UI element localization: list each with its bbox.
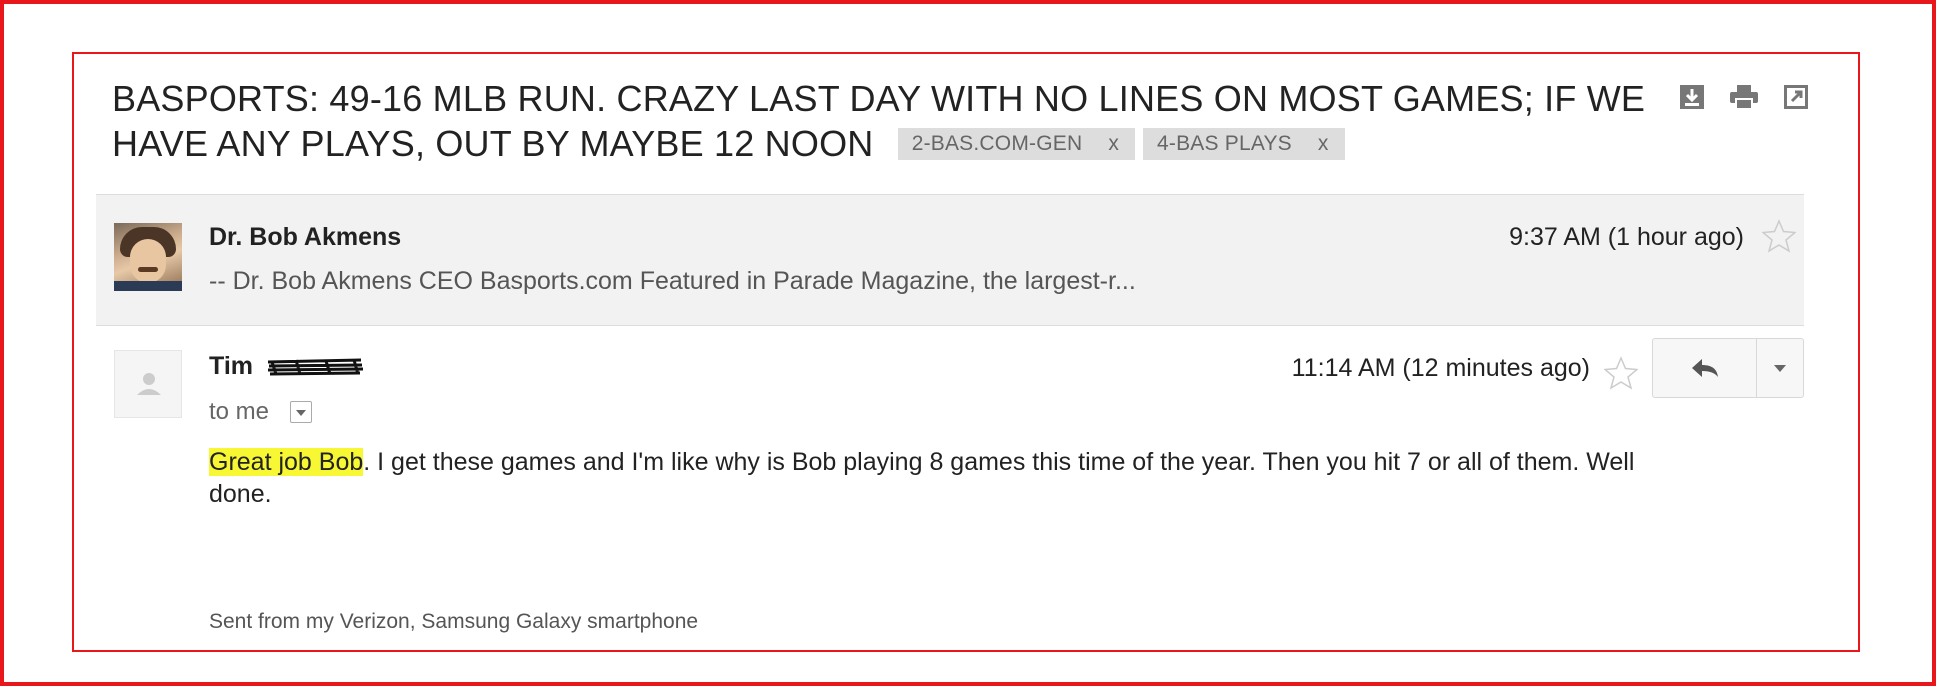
label-text: 2-BAS.COM-GEN bbox=[911, 132, 1083, 155]
email-subject: BASPORTS: 49-16 MLB RUN. CRAZY LAST DAY … bbox=[112, 76, 1672, 166]
message-time: 9:37 AM (1 hour ago) bbox=[1509, 223, 1744, 251]
sender-name: Tim bbox=[209, 352, 253, 380]
collapsed-message[interactable]: Dr. Bob Akmens -- Dr. Bob Akmens CEO Bas… bbox=[96, 194, 1804, 326]
more-options-button[interactable] bbox=[1757, 339, 1803, 397]
redaction-scribble bbox=[266, 356, 366, 378]
body-text: . I get these games and I'm like why is … bbox=[209, 448, 1635, 508]
show-details-button[interactable] bbox=[290, 401, 312, 423]
download-icon[interactable] bbox=[1676, 82, 1708, 112]
email-signature: Sent from my Verizon, Samsung Galaxy sma… bbox=[209, 610, 699, 633]
remove-label-button[interactable]: x bbox=[1318, 132, 1329, 155]
subject-text: BASPORTS: 49-16 MLB RUN. CRAZY LAST DAY … bbox=[112, 78, 1646, 164]
sender-name: Dr. Bob Akmens bbox=[209, 223, 402, 251]
highlighted-text: Great job Bob bbox=[209, 448, 364, 476]
default-avatar-icon bbox=[114, 350, 182, 418]
message-snippet: -- Dr. Bob Akmens CEO Basports.com Featu… bbox=[209, 267, 1136, 295]
star-icon[interactable] bbox=[1761, 219, 1797, 253]
thread-actions bbox=[1676, 82, 1812, 112]
message-time: 11:14 AM (12 minutes ago) bbox=[1291, 354, 1590, 382]
reply-button[interactable] bbox=[1653, 339, 1757, 397]
label-chip-bas-com-gen[interactable]: 2-BAS.COM-GEN x bbox=[897, 128, 1136, 160]
label-chip-bas-plays[interactable]: 4-BAS PLAYS x bbox=[1143, 128, 1345, 160]
remove-label-button[interactable]: x bbox=[1108, 132, 1119, 155]
reply-button-group bbox=[1652, 338, 1804, 398]
new-window-icon[interactable] bbox=[1780, 82, 1812, 112]
sender-avatar bbox=[114, 223, 182, 291]
message-body: Great job Bob. I get these games and I'm… bbox=[209, 446, 1689, 510]
expanded-message: Tim to me 11:14 AM (12 minutes ago) Grea… bbox=[96, 326, 1804, 652]
star-icon[interactable] bbox=[1603, 356, 1639, 390]
label-text: 4-BAS PLAYS bbox=[1157, 132, 1292, 155]
print-icon[interactable] bbox=[1728, 82, 1760, 112]
recipient-label: to me bbox=[209, 398, 270, 425]
